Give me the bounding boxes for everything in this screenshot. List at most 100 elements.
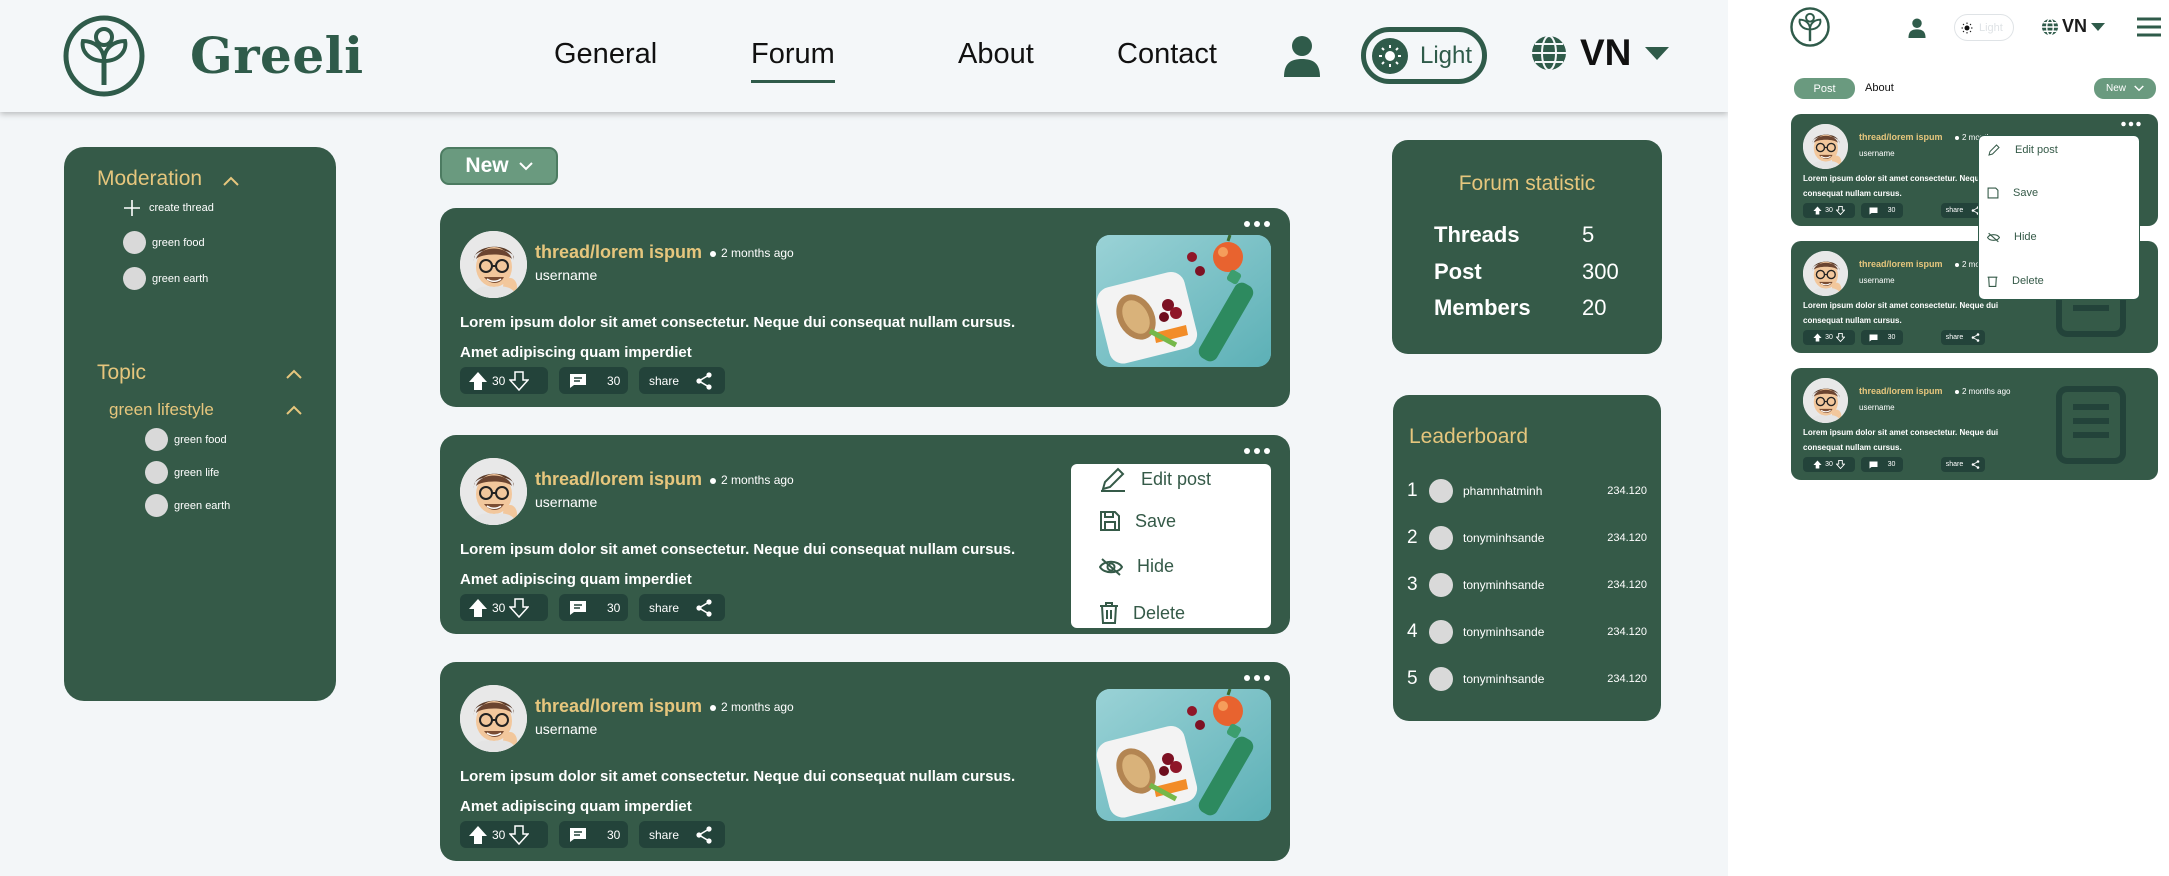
post-thread[interactable]: thread/lorem ispum xyxy=(535,242,702,263)
post-thread[interactable]: thread/lorem ispum xyxy=(1859,259,1943,269)
menu-save[interactable]: Save xyxy=(1987,187,2038,199)
chevron-up-icon[interactable] xyxy=(286,369,302,379)
comment-count: 30 xyxy=(607,373,621,388)
post-username[interactable]: username xyxy=(535,494,597,510)
leaderboard-row[interactable]: 4 tonyminhsande 234.120 xyxy=(1407,619,1647,645)
topic-item-green-earth[interactable]: green earth xyxy=(145,494,230,517)
comment-button[interactable]: 30 xyxy=(1861,457,1903,472)
post-card[interactable]: thread/lorem ispum 2 months ago username… xyxy=(440,435,1290,634)
language-selector[interactable]: VN xyxy=(1530,32,1670,74)
menu-save[interactable]: Save xyxy=(1099,510,1176,532)
post-thread[interactable]: thread/lorem ispum xyxy=(535,469,702,490)
post-image[interactable] xyxy=(1096,235,1271,367)
comment-button[interactable]: 30 xyxy=(1861,330,1903,345)
menu-edit-post[interactable]: Edit post xyxy=(1099,465,1211,493)
nav-forum[interactable]: Forum xyxy=(751,38,835,83)
post-thread[interactable]: thread/lorem ispum xyxy=(1859,386,1943,396)
topic-item-green-food[interactable]: green food xyxy=(145,428,227,451)
menu-edit-post[interactable]: Edit post xyxy=(1987,143,2058,157)
upvote-icon[interactable] xyxy=(1813,206,1822,215)
user-icon[interactable] xyxy=(1283,35,1321,77)
language-selector[interactable]: VN xyxy=(2041,16,2106,37)
comment-button[interactable]: 30 xyxy=(559,367,628,394)
document-placeholder-icon[interactable] xyxy=(2041,383,2141,465)
moderation-item-green-food[interactable]: green food xyxy=(123,231,205,254)
comment-button[interactable]: 30 xyxy=(559,821,628,848)
downvote-icon[interactable] xyxy=(509,597,530,618)
sort-new-button[interactable]: New xyxy=(2094,78,2156,99)
downvote-icon[interactable] xyxy=(1835,460,1845,469)
trash-icon xyxy=(1100,602,1118,624)
greeli-logo-icon[interactable] xyxy=(1790,7,1830,47)
avatar[interactable] xyxy=(1803,378,1848,423)
vote-count: 30 xyxy=(492,827,506,842)
post-image[interactable] xyxy=(1096,689,1271,821)
post-username[interactable]: username xyxy=(1859,276,1895,285)
brand-name[interactable]: Greeli xyxy=(190,26,364,85)
upvote-icon[interactable] xyxy=(1813,460,1822,469)
create-thread-item[interactable]: create thread xyxy=(123,199,214,217)
more-options-icon[interactable] xyxy=(2120,121,2142,127)
tab-about[interactable]: About xyxy=(1865,82,1894,94)
theme-toggle[interactable]: Light xyxy=(1361,27,1487,84)
topic-item-green-life[interactable]: green life xyxy=(145,461,219,484)
menu-delete[interactable]: Delete xyxy=(1099,602,1185,624)
post-username[interactable]: username xyxy=(535,721,597,737)
post-username[interactable]: username xyxy=(1859,149,1895,158)
avatar[interactable] xyxy=(460,685,527,752)
downvote-icon[interactable] xyxy=(509,370,530,391)
more-options-icon[interactable] xyxy=(1243,447,1271,455)
moderation-title[interactable]: Moderation xyxy=(97,167,202,191)
sort-new-button[interactable]: New xyxy=(440,147,558,185)
topic-group-green-lifestyle[interactable]: green lifestyle xyxy=(109,400,214,420)
avatar[interactable] xyxy=(460,458,527,525)
post-thread[interactable]: thread/lorem ispum xyxy=(1859,132,1943,142)
avatar[interactable] xyxy=(1803,124,1848,169)
moderation-item-green-earth[interactable]: green earth xyxy=(123,267,208,290)
comment-button[interactable]: 30 xyxy=(559,594,628,621)
forum-statistic-panel: Forum statistic Threads 5 Post 300 Membe… xyxy=(1392,140,1662,354)
post-thread[interactable]: thread/lorem ispum xyxy=(535,696,702,717)
upvote-icon[interactable] xyxy=(468,371,488,391)
downvote-icon[interactable] xyxy=(1835,206,1845,215)
nav-general[interactable]: General xyxy=(554,38,657,71)
post-card[interactable]: thread/lorem ispum 2 months ago username… xyxy=(440,208,1290,407)
upvote-icon[interactable] xyxy=(1813,333,1822,342)
hamburger-menu-icon[interactable] xyxy=(2137,17,2161,37)
topic-title[interactable]: Topic xyxy=(97,361,146,385)
user-icon[interactable] xyxy=(1908,18,1926,38)
share-button[interactable]: share xyxy=(639,594,725,621)
share-button[interactable]: share xyxy=(1941,330,1985,345)
avatar[interactable] xyxy=(1803,251,1848,296)
upvote-icon[interactable] xyxy=(468,598,488,618)
chevron-up-icon[interactable] xyxy=(223,176,239,186)
menu-hide[interactable]: Hide xyxy=(1099,556,1174,577)
leaderboard-row[interactable]: 5 tonyminhsande 234.120 xyxy=(1407,666,1647,692)
downvote-icon[interactable] xyxy=(1835,333,1845,342)
upvote-icon[interactable] xyxy=(468,825,488,845)
post-username[interactable]: username xyxy=(535,267,597,283)
nav-about[interactable]: About xyxy=(958,38,1034,71)
leaderboard-row[interactable]: 3 tonyminhsande 234.120 xyxy=(1407,572,1647,598)
menu-hide[interactable]: Hide xyxy=(1987,231,2037,243)
vote-count: 30 xyxy=(1825,207,1833,214)
greeli-logo-icon[interactable] xyxy=(63,15,145,97)
comment-button[interactable]: 30 xyxy=(1861,203,1903,218)
tab-post[interactable]: Post xyxy=(1794,78,1855,99)
chevron-up-icon[interactable] xyxy=(286,405,302,415)
more-options-icon[interactable] xyxy=(1243,220,1271,228)
post-card[interactable]: thread/lorem ispum 2 months ago username… xyxy=(1791,368,2158,480)
menu-delete[interactable]: Delete xyxy=(1987,275,2044,287)
leaderboard-row[interactable]: 2 tonyminhsande 234.120 xyxy=(1407,525,1647,551)
theme-toggle[interactable]: Light xyxy=(1954,14,2014,41)
leaderboard-row[interactable]: 1 phamnhatminh 234.120 xyxy=(1407,478,1647,504)
nav-contact[interactable]: Contact xyxy=(1117,38,1217,71)
share-button[interactable]: share xyxy=(639,367,725,394)
more-options-icon[interactable] xyxy=(1243,674,1271,682)
share-button[interactable]: share xyxy=(639,821,725,848)
post-username[interactable]: username xyxy=(1859,403,1895,412)
post-card[interactable]: thread/lorem ispum 2 months ago username… xyxy=(440,662,1290,861)
share-button[interactable]: share xyxy=(1941,457,1985,472)
avatar[interactable] xyxy=(460,231,527,298)
downvote-icon[interactable] xyxy=(509,824,530,845)
